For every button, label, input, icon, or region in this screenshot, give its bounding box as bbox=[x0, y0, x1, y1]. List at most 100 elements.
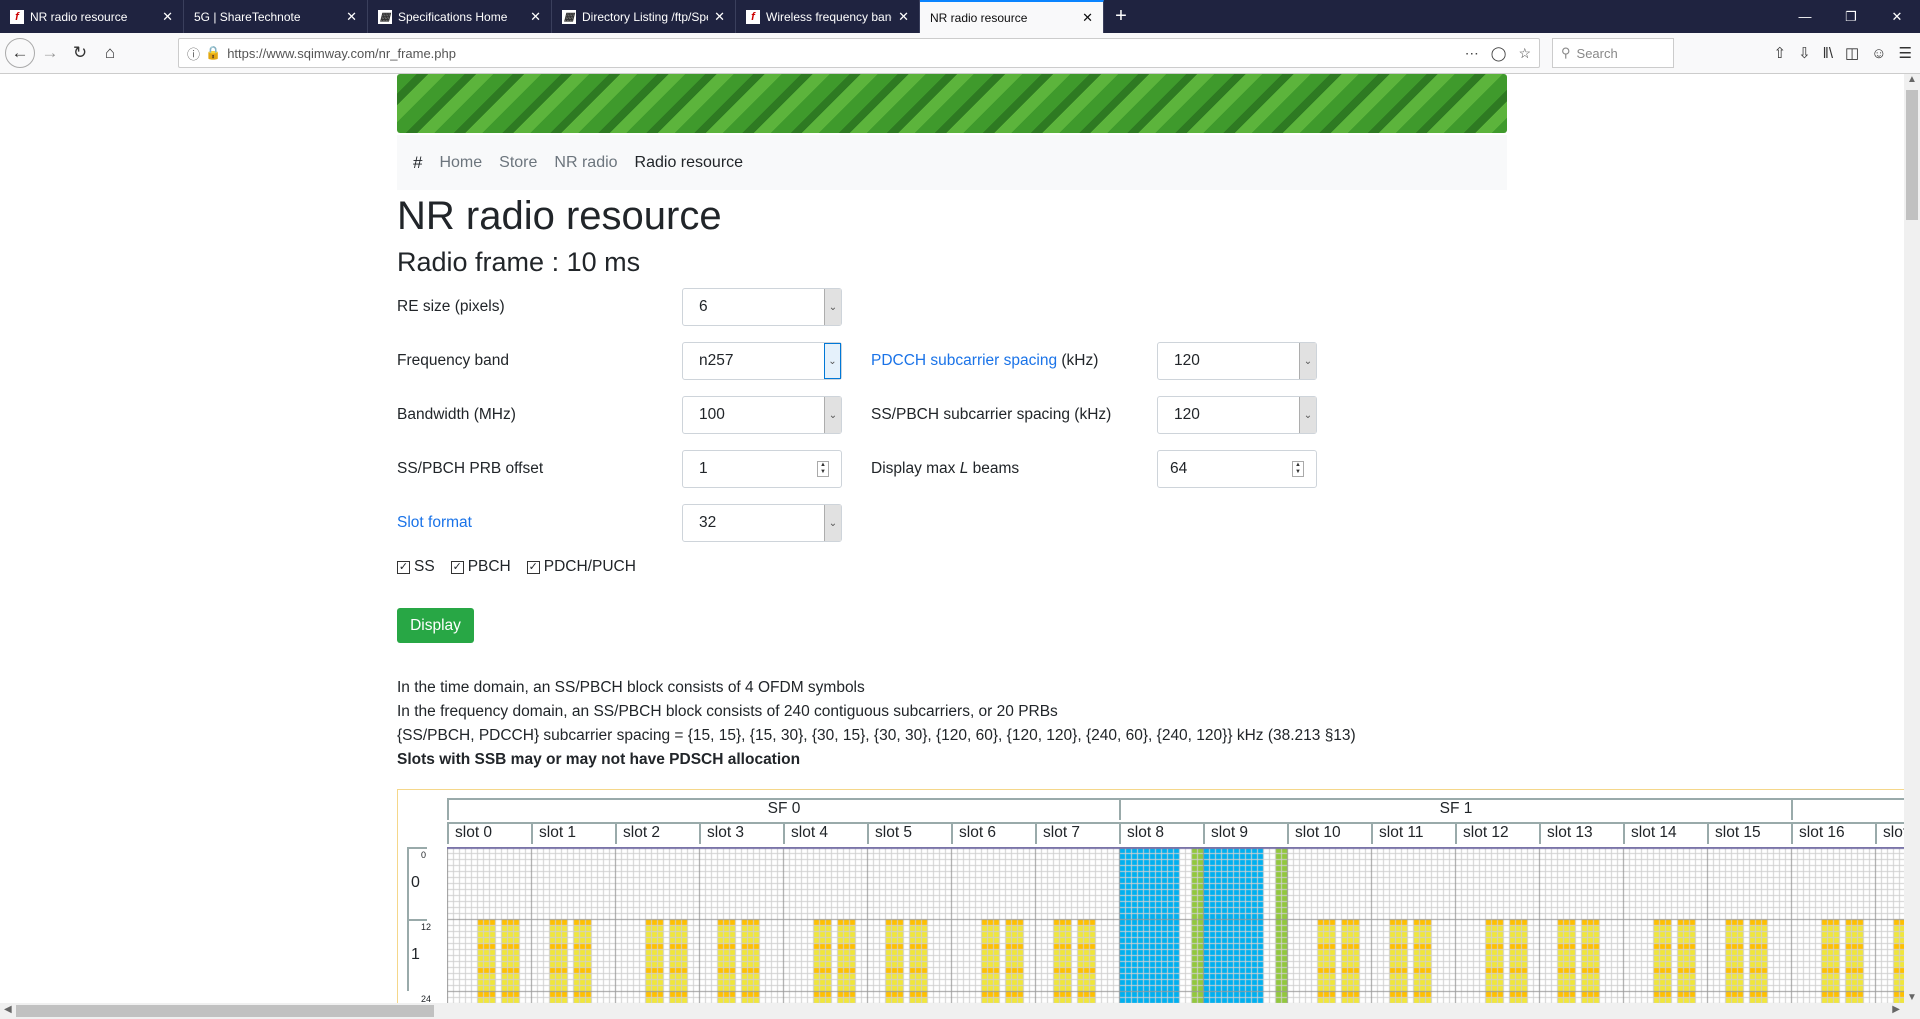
breadcrumb-home[interactable]: Home bbox=[439, 154, 482, 172]
slot-header: slot 4 bbox=[783, 822, 867, 844]
pbch-checkbox-label: PBCH bbox=[467, 558, 511, 575]
breadcrumb-nr-radio[interactable]: NR radio bbox=[554, 154, 617, 172]
close-tab-icon[interactable]: ✕ bbox=[714, 9, 725, 25]
horizontal-scrollbar[interactable]: ◀ ▶ bbox=[0, 1003, 1920, 1019]
bandwidth-select[interactable]: 100 ⌄ bbox=[682, 396, 842, 434]
prb-label: 0 bbox=[411, 874, 420, 891]
home-button[interactable]: ⌂ bbox=[95, 38, 125, 68]
checkbox-checked-icon: ✓ bbox=[397, 560, 410, 574]
reload-button[interactable]: ↻ bbox=[65, 38, 95, 68]
tab-title: Directory Listing /ftp/Specs/arc bbox=[582, 9, 708, 24]
library-icon[interactable]: ‖\ bbox=[1823, 45, 1833, 62]
checkbox-checked-icon: ✓ bbox=[526, 560, 540, 574]
account-icon[interactable]: ☺ bbox=[1871, 45, 1886, 62]
info-icon[interactable]: ⓘ bbox=[187, 44, 200, 63]
ssb-scs-select[interactable]: 120 ⌄ bbox=[1157, 396, 1317, 434]
minimize-button[interactable]: — bbox=[1782, 0, 1828, 33]
max-beams-input[interactable]: 64 ▲ ▼ bbox=[1157, 450, 1317, 488]
back-button[interactable]: ← bbox=[5, 38, 35, 68]
note-line: {SS/PBCH, PDCCH} subcarrier spacing = {1… bbox=[397, 727, 1356, 744]
note-bold: Slots with SSB may or may not have PDSCH… bbox=[397, 751, 801, 768]
search-input[interactable]: ⚲ Search bbox=[1552, 38, 1674, 68]
resource-grid bbox=[447, 847, 1904, 1003]
max-beams-label-post: beams bbox=[968, 460, 1020, 477]
more-actions-icon[interactable]: ⋯ bbox=[1465, 45, 1479, 62]
close-window-button[interactable]: ✕ bbox=[1874, 0, 1920, 33]
pbch-checkbox[interactable]: ✓ PBCH bbox=[450, 558, 511, 576]
pdcch-scs-link[interactable]: PDCCH subcarrier spacing bbox=[871, 352, 1057, 369]
prb-offset-input[interactable]: 1 ▲ ▼ bbox=[682, 450, 842, 488]
chevron-down-icon: ⌄ bbox=[1299, 343, 1316, 379]
upload-icon[interactable]: ⇧ bbox=[1774, 44, 1787, 62]
subframe-header bbox=[1791, 798, 1904, 820]
slot-header: slot 3 bbox=[699, 822, 783, 844]
frequency-band-select[interactable]: n257 ⌄ bbox=[682, 342, 842, 380]
slot-format-link[interactable]: Slot format bbox=[397, 514, 472, 532]
tab[interactable]: 5G | ShareTechnote ✕ bbox=[184, 0, 368, 33]
chevron-down-icon: ⌄ bbox=[1299, 397, 1316, 433]
close-tab-icon[interactable]: ✕ bbox=[1082, 10, 1093, 26]
note-line: In the frequency domain, an SS/PBCH bloc… bbox=[397, 703, 1058, 720]
scrollbar-thumb[interactable] bbox=[16, 1005, 434, 1017]
tab[interactable]: ▦ Specifications Home ✕ bbox=[368, 0, 552, 33]
vertical-scrollbar[interactable]: ▲ ▼ bbox=[1904, 74, 1920, 1003]
checkbox-group: ✓ SS ✓ PBCH ✓ PDCH/PUCH bbox=[397, 558, 636, 576]
re-size-select[interactable]: 6 ⌄ bbox=[682, 288, 842, 326]
ss-checkbox[interactable]: ✓ SS bbox=[397, 558, 435, 576]
search-icon: ⚲ bbox=[1561, 45, 1571, 60]
note-line: In the time domain, an SS/PBCH block con… bbox=[397, 679, 865, 696]
slot-header: slot 16 bbox=[1791, 822, 1875, 844]
spinner-icon[interactable]: ▲ ▼ bbox=[817, 461, 829, 477]
pdcch-scs-value: 120 bbox=[1174, 352, 1200, 369]
tab[interactable]: ▦ Directory Listing /ftp/Specs/arc ✕ bbox=[552, 0, 736, 33]
close-tab-icon[interactable]: ✕ bbox=[530, 9, 541, 25]
3gpp-favicon-icon: ▦ bbox=[562, 9, 576, 24]
slot-header: slot 2 bbox=[615, 822, 699, 844]
subcarrier-tick: 12 bbox=[421, 922, 432, 932]
page-content: # Home Store NR radio Radio resource NR … bbox=[0, 74, 1904, 1003]
ss-checkbox-label: SS bbox=[414, 558, 435, 575]
tab[interactable]: f Wireless frequency bands ✕ bbox=[736, 0, 920, 33]
breadcrumb-brand[interactable]: # bbox=[413, 153, 422, 173]
breadcrumb-store[interactable]: Store bbox=[499, 154, 537, 172]
re-size-value: 6 bbox=[699, 298, 708, 315]
scrollbar-thumb[interactable] bbox=[1906, 90, 1918, 220]
page-subtitle: Radio frame : 10 ms bbox=[397, 247, 641, 277]
bandwidth-value: 100 bbox=[699, 406, 725, 423]
menu-icon[interactable]: ☰ bbox=[1899, 44, 1912, 62]
search-placeholder: Search bbox=[1576, 45, 1618, 61]
new-tab-button[interactable]: + bbox=[1104, 0, 1138, 33]
nav-bar: ← → ↻ ⌂ ⓘ 🔒 https://www.sqimway.com/nr_f… bbox=[0, 33, 1920, 74]
close-tab-icon[interactable]: ✕ bbox=[898, 9, 909, 25]
slot-header: slot 15 bbox=[1707, 822, 1791, 844]
bookmark-star-icon[interactable]: ☆ bbox=[1518, 45, 1531, 62]
close-tab-icon[interactable]: ✕ bbox=[162, 9, 173, 25]
slot-format-select[interactable]: 32 ⌄ bbox=[682, 504, 842, 542]
tab[interactable]: f NR radio resource ✕ bbox=[0, 0, 184, 33]
close-tab-icon[interactable]: ✕ bbox=[346, 9, 357, 25]
slot-header: slot 10 bbox=[1287, 822, 1371, 844]
pdch-puch-checkbox[interactable]: ✓ PDCH/PUCH bbox=[526, 558, 636, 576]
sidebar-icon[interactable]: ◫ bbox=[1845, 44, 1859, 62]
slot-header: slot 0 bbox=[447, 822, 531, 844]
slot-header: slot 14 bbox=[1623, 822, 1707, 844]
download-icon[interactable]: ⇩ bbox=[1798, 44, 1811, 62]
pdcch-scs-select[interactable]: 120 ⌄ bbox=[1157, 342, 1317, 380]
slot-header: slot 11 bbox=[1371, 822, 1455, 844]
display-button[interactable]: Display bbox=[397, 608, 474, 643]
restore-button[interactable]: ❐ bbox=[1828, 0, 1874, 33]
page-title: NR radio resource bbox=[397, 194, 722, 238]
url-bar[interactable]: ⓘ 🔒 https://www.sqimway.com/nr_frame.php… bbox=[178, 38, 1540, 68]
tab[interactable]: NR radio resource ✕ bbox=[920, 0, 1104, 33]
url-text: https://www.sqimway.com/nr_frame.php bbox=[227, 45, 456, 61]
pocket-icon[interactable]: ◯ bbox=[1491, 45, 1507, 62]
max-beams-value: 64 bbox=[1170, 460, 1188, 477]
sqimway-favicon-icon: f bbox=[10, 9, 24, 24]
pdcch-scs-label: PDCCH subcarrier spacing (kHz) bbox=[871, 352, 1098, 370]
forward-button[interactable]: → bbox=[35, 38, 65, 68]
slot-header: slot 13 bbox=[1539, 822, 1623, 844]
tab-bar: f NR radio resource ✕ 5G | ShareTechnote ✕ ▦ S… bbox=[0, 0, 1920, 33]
notes: In the time domain, an SS/PBCH block con… bbox=[397, 676, 1356, 772]
spinner-icon[interactable]: ▲ ▼ bbox=[1292, 461, 1304, 477]
chevron-down-icon: ⌄ bbox=[824, 505, 841, 541]
